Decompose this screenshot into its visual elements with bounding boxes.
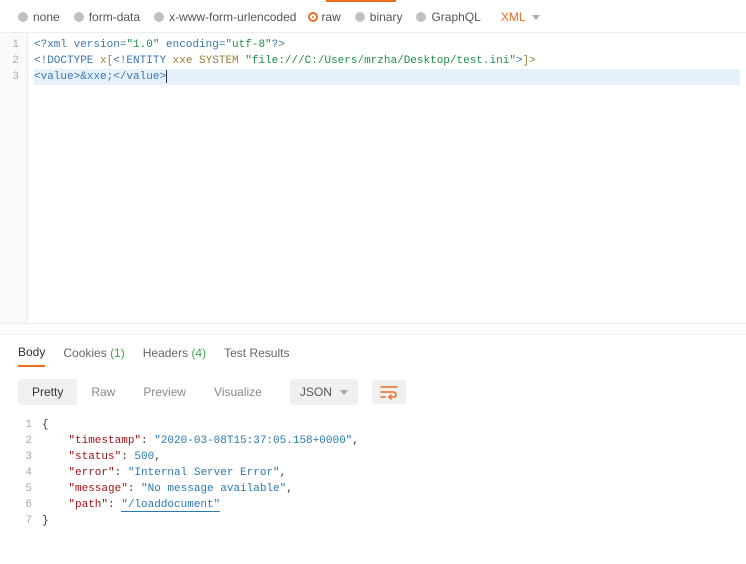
response-code[interactable]: { "timestamp": "2020-03-08T15:37:05.158+… bbox=[42, 417, 746, 529]
wrap-lines-icon bbox=[380, 384, 398, 400]
response-tabs: Body Cookies (1) Headers (4) Test Results bbox=[0, 335, 746, 367]
body-type-raw[interactable]: raw bbox=[310, 10, 340, 24]
raw-format-dropdown[interactable]: XML bbox=[501, 10, 540, 24]
view-mode-visualize[interactable]: Visualize bbox=[200, 379, 276, 405]
wrap-lines-button[interactable] bbox=[372, 380, 406, 404]
body-type-row: none form-data x-www-form-urlencoded raw bin… bbox=[0, 2, 746, 33]
response-tab-cookies[interactable]: Cookies (1) bbox=[63, 346, 124, 366]
body-type-label: raw bbox=[321, 10, 340, 24]
request-body-editor[interactable]: 123 <?xml version="1.0" encoding="utf-8"… bbox=[0, 33, 746, 323]
chevron-down-icon bbox=[340, 390, 348, 395]
tab-label: Test Results bbox=[224, 346, 289, 360]
view-mode-group: PrettyRawPreviewVisualize bbox=[18, 379, 276, 405]
view-mode-raw[interactable]: Raw bbox=[77, 379, 129, 405]
radio-icon bbox=[18, 12, 28, 22]
request-gutter: 123 bbox=[0, 33, 28, 323]
response-tab-headers[interactable]: Headers (4) bbox=[143, 346, 206, 366]
tab-count: (4) bbox=[191, 346, 206, 360]
body-type-graphql[interactable]: GraphQL bbox=[416, 10, 480, 24]
raw-format-label: XML bbox=[501, 10, 526, 24]
radio-icon bbox=[154, 12, 164, 22]
response-format-label: JSON bbox=[300, 385, 332, 399]
response-tab-tests[interactable]: Test Results bbox=[224, 346, 289, 366]
body-type-binary[interactable]: binary bbox=[355, 10, 403, 24]
body-type-label: binary bbox=[370, 10, 403, 24]
body-type-label: GraphQL bbox=[431, 10, 480, 24]
response-format-dropdown[interactable]: JSON bbox=[290, 379, 358, 405]
radio-icon bbox=[310, 14, 316, 20]
response-tab-body[interactable]: Body bbox=[18, 345, 45, 367]
chevron-down-icon bbox=[532, 15, 540, 20]
response-gutter: 1234567 bbox=[18, 417, 42, 529]
response-body-editor[interactable]: 1234567 { "timestamp": "2020-03-08T15:37… bbox=[0, 417, 746, 529]
request-code[interactable]: <?xml version="1.0" encoding="utf-8"?><!… bbox=[28, 33, 746, 323]
body-type-none[interactable]: none bbox=[18, 10, 60, 24]
body-type-form-data[interactable]: form-data bbox=[74, 10, 140, 24]
tab-label: Cookies bbox=[63, 346, 106, 360]
radio-icon bbox=[355, 12, 365, 22]
radio-icon bbox=[416, 12, 426, 22]
tab-label: Headers bbox=[143, 346, 188, 360]
radio-icon bbox=[74, 12, 84, 22]
body-type-urlencoded[interactable]: x-www-form-urlencoded bbox=[154, 10, 296, 24]
tab-label: Body bbox=[18, 345, 45, 359]
body-type-label: x-www-form-urlencoded bbox=[169, 10, 296, 24]
view-mode-preview[interactable]: Preview bbox=[129, 379, 200, 405]
view-mode-pretty[interactable]: Pretty bbox=[18, 379, 77, 405]
splitter[interactable] bbox=[0, 323, 746, 335]
tab-count: (1) bbox=[110, 346, 125, 360]
body-type-label: form-data bbox=[89, 10, 140, 24]
view-controls: PrettyRawPreviewVisualize JSON bbox=[0, 367, 746, 417]
text-caret bbox=[166, 70, 167, 83]
body-type-label: none bbox=[33, 10, 60, 24]
